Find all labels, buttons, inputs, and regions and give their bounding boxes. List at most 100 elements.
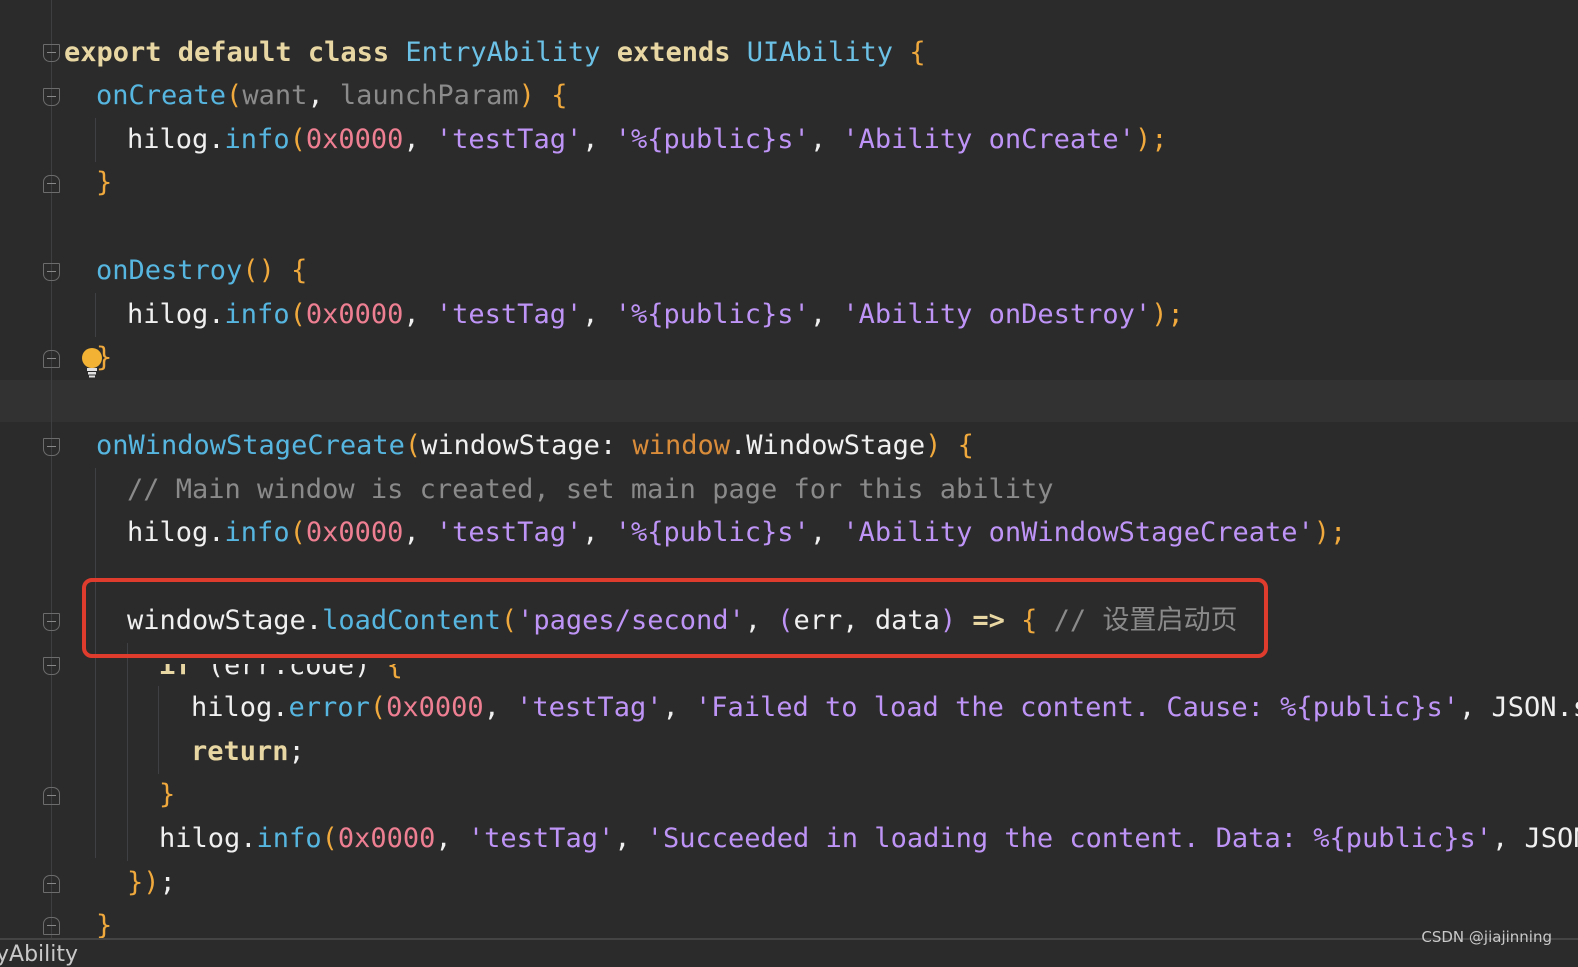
- code-line[interactable]: hilog. info(0x0000, 'testTag', '%{public}…: [127, 511, 1346, 555]
- punctuation: :: [599, 430, 633, 461]
- punctuation: ,: [809, 517, 843, 548]
- paren: (: [289, 299, 306, 330]
- class-name: UIAbility: [746, 37, 894, 68]
- fold-marker-icon[interactable]: [43, 875, 60, 893]
- identifier: hilog: [127, 299, 209, 330]
- punctuation: ,: [403, 517, 436, 548]
- fold-marker-icon[interactable]: [43, 438, 60, 456]
- breadcrumb-bar: [0, 938, 1578, 966]
- fold-marker-icon[interactable]: [43, 917, 60, 935]
- code-line[interactable]: // Main window is created, set main page…: [127, 468, 1054, 512]
- fold-marker-icon[interactable]: [43, 175, 60, 193]
- punctuation: ,: [1459, 692, 1492, 723]
- watermark: CSDN @jiajinning: [1421, 928, 1552, 946]
- number-literal: 0x0000: [305, 517, 404, 548]
- parameter: windowStage: [421, 430, 600, 461]
- punctuation: ,: [582, 124, 615, 155]
- paren: (): [242, 255, 275, 286]
- string-literal: 'testTag': [516, 692, 663, 723]
- paren: (: [226, 80, 243, 111]
- method-name: info: [224, 299, 290, 330]
- paren: (: [404, 430, 422, 461]
- type-name: WindowStage: [746, 430, 926, 461]
- punctuation: .: [208, 517, 225, 548]
- punctuation: ,: [483, 692, 517, 723]
- punctuation: ,: [662, 692, 695, 723]
- code-line[interactable]: export default class EntryAbility extend…: [64, 31, 926, 75]
- code-line[interactable]: onCreate(want, launchParam) {: [96, 74, 567, 118]
- class-name: EntryAbility: [405, 37, 601, 68]
- punctuation: ,: [435, 823, 468, 854]
- string-literal: '%{public}s': [614, 517, 810, 548]
- punctuation: ,: [1492, 823, 1525, 854]
- punctuation: ,: [403, 299, 436, 330]
- paren: (: [289, 517, 306, 548]
- number-literal: 0x0000: [305, 124, 404, 155]
- code-line[interactable]: hilog. info(0x0000, 'testTag', '%{public}…: [127, 293, 1184, 337]
- fold-marker-icon[interactable]: [43, 787, 60, 805]
- punctuation: ;: [288, 736, 305, 767]
- string-literal: 'testTag': [467, 823, 615, 854]
- paren: (: [289, 124, 306, 155]
- number-literal: 0x0000: [305, 299, 404, 330]
- breadcrumb-text[interactable]: yAbility: [0, 942, 78, 967]
- method-name: info: [256, 823, 322, 854]
- fold-marker-icon[interactable]: [43, 263, 60, 281]
- punctuation: .: [272, 692, 289, 723]
- code-line[interactable]: hilog. info(0x0000, 'testTag', '%{public}…: [127, 118, 1167, 162]
- identifier: hilog: [191, 692, 273, 723]
- indent-guide: [158, 686, 159, 774]
- brace: {: [274, 255, 308, 286]
- string-literal: 'Failed to load the content. Cause: %{pu…: [694, 692, 1459, 723]
- code-line[interactable]: return;: [191, 730, 305, 774]
- punctuation: );: [1151, 299, 1184, 330]
- lightbulb-icon[interactable]: [80, 346, 110, 378]
- indent-guide: [95, 118, 96, 162]
- fold-marker-icon[interactable]: [43, 88, 60, 106]
- parameter: want: [242, 80, 308, 111]
- code-line[interactable]: }: [96, 161, 112, 205]
- brace: {: [941, 430, 974, 461]
- code-line[interactable]: hilog. error(0x0000, 'testTag', 'Failed t…: [191, 686, 1578, 730]
- identifier: hilog: [159, 823, 241, 854]
- string-literal: 'Ability onDestroy': [842, 299, 1152, 330]
- parameter: launchParam: [339, 80, 519, 111]
- indent-guide: [95, 293, 96, 337]
- brace: {: [893, 37, 926, 68]
- string-literal: 'Ability onWindowStageCreate': [842, 517, 1314, 548]
- fold-marker-icon[interactable]: [43, 44, 60, 62]
- code-line[interactable]: onDestroy() {: [96, 249, 307, 293]
- code-line[interactable]: onWindowStageCreate(windowStage: window.…: [96, 424, 974, 468]
- identifier: JSON.: [1524, 823, 1578, 854]
- code-line[interactable]: }: [159, 773, 175, 817]
- punctuation: ,: [307, 80, 340, 111]
- identifier: JSON.st: [1491, 692, 1578, 723]
- current-line-highlight: [0, 380, 1578, 422]
- brace: }: [96, 167, 113, 198]
- comment: // Main window is created, set main page…: [127, 474, 1054, 505]
- brace: }): [127, 867, 160, 898]
- string-literal: 'Ability onCreate': [842, 124, 1135, 155]
- paren: ): [518, 80, 535, 111]
- method-name: info: [224, 124, 290, 155]
- identifier: hilog: [127, 517, 209, 548]
- identifier: hilog: [127, 124, 209, 155]
- punctuation: ,: [614, 823, 647, 854]
- fold-marker-icon[interactable]: [43, 350, 60, 368]
- string-literal: 'Succeeded in loading the content. Data:…: [646, 823, 1493, 854]
- string-literal: '%{public}s': [614, 299, 810, 330]
- method-name: onWindowStageCreate: [96, 430, 405, 461]
- paren: (: [369, 692, 387, 723]
- code-line[interactable]: hilog. info(0x0000, 'testTag', 'Succeeded…: [159, 817, 1578, 861]
- punctuation: .: [730, 430, 747, 461]
- punctuation: .: [208, 124, 225, 155]
- method-name: error: [288, 692, 370, 723]
- fold-marker-icon[interactable]: [43, 657, 60, 675]
- code-editor[interactable]: export default class EntryAbility extend…: [0, 0, 1578, 967]
- paren: ): [925, 430, 942, 461]
- code-line[interactable]: });: [127, 861, 176, 905]
- fold-marker-icon[interactable]: [43, 613, 60, 631]
- type-namespace: window: [632, 430, 730, 461]
- punctuation: );: [1313, 517, 1347, 548]
- indent-guide: [127, 643, 128, 861]
